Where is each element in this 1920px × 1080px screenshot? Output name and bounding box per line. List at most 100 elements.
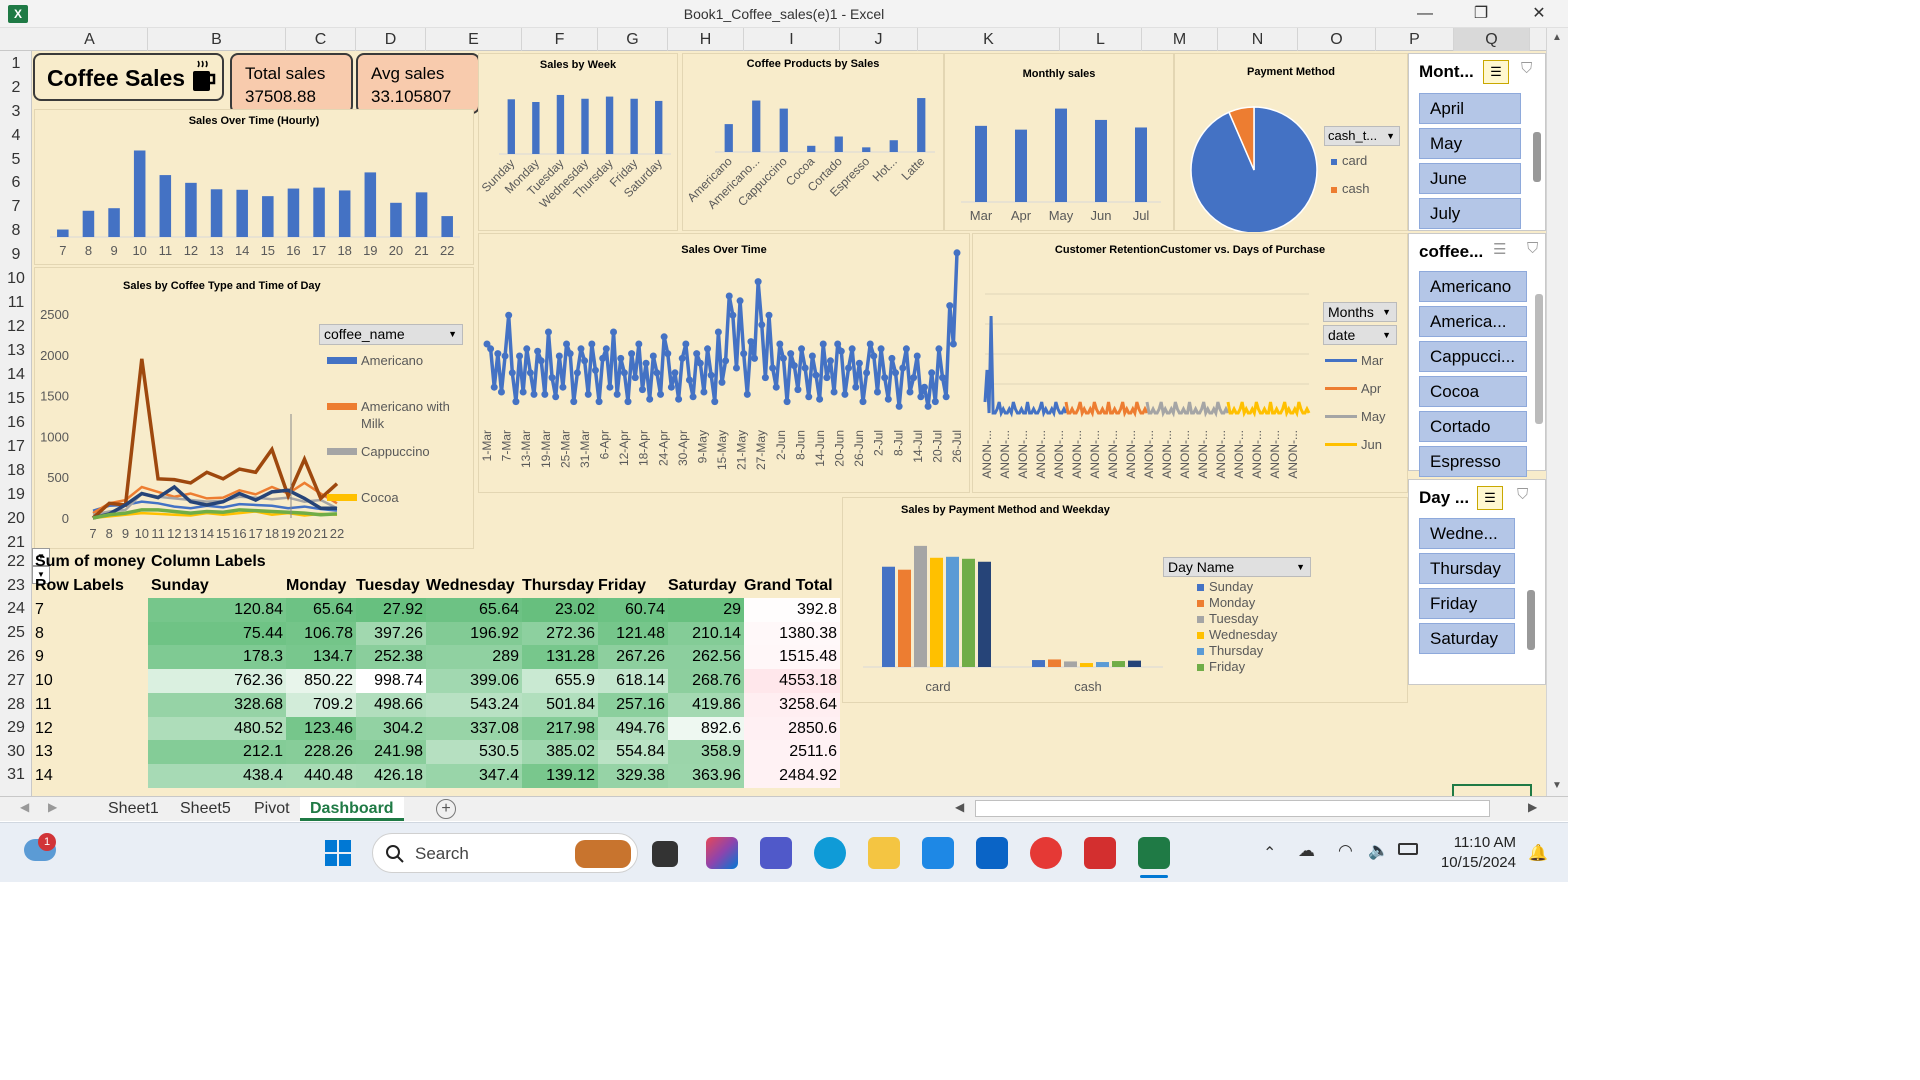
row-header-28[interactable]: 28 <box>0 694 32 716</box>
wifi-icon[interactable]: ◠ <box>1338 841 1353 861</box>
payment-filter-dropdown[interactable]: cash_t... ▼ <box>1324 126 1400 146</box>
tab-scroll-left-icon[interactable]: ◀ <box>20 800 29 814</box>
clear-filter-icon[interactable]: ⛉ <box>1527 240 1538 257</box>
row-header-16[interactable]: 16 <box>0 412 32 434</box>
column-header-B[interactable]: B <box>148 28 286 51</box>
multi-select-icon[interactable]: ☰ <box>1483 60 1509 84</box>
restore-button[interactable]: ❐ <box>1458 2 1504 26</box>
row-header-25[interactable]: 25 <box>0 622 32 644</box>
microsoft-store-icon[interactable] <box>922 837 954 869</box>
row-header-26[interactable]: 26 <box>0 646 32 668</box>
row-header-19[interactable]: 19 <box>0 484 32 506</box>
column-header-F[interactable]: F <box>522 28 598 51</box>
hscroll-left-icon[interactable]: ◀ <box>955 800 969 818</box>
tab-sheet5[interactable]: Sheet5 <box>170 797 241 821</box>
row-header-2[interactable]: 2 <box>0 77 32 99</box>
multi-select-icon[interactable]: ☰ <box>1493 240 1506 258</box>
active-cell[interactable] <box>1452 784 1532 796</box>
slicer-item-saturday[interactable]: Saturday <box>1419 623 1515 654</box>
column-header-P[interactable]: P <box>1376 28 1454 51</box>
excel-taskbar-icon[interactable] <box>1138 837 1170 869</box>
row-header-15[interactable]: 15 <box>0 388 32 410</box>
coffee-name-filter-dropdown[interactable]: coffee_name ▼ <box>319 324 463 345</box>
tab-scroll-right-icon[interactable]: ▶ <box>48 800 57 814</box>
row-header-29[interactable]: 29 <box>0 717 32 739</box>
slicer-item-wedne[interactable]: Wedne... <box>1419 518 1515 549</box>
row-header-24[interactable]: 24 <box>0 598 32 620</box>
row-header-20[interactable]: 20 <box>0 508 32 530</box>
column-header-G[interactable]: G <box>598 28 668 51</box>
column-header-O[interactable]: O <box>1298 28 1376 51</box>
tab-pivot[interactable]: Pivot <box>244 797 300 821</box>
acrobat-icon[interactable] <box>1084 837 1116 869</box>
chrome-icon[interactable] <box>1030 837 1062 869</box>
chart-sales-over-time[interactable]: Sales Over Time 1-Mar 7-Mar 13-Mar 19-Mar 25… <box>478 233 970 493</box>
pivot-table[interactable]: Sum of money Column Labels ▼ Row Labels ▼ Sun… <box>32 548 840 788</box>
chart-monthly-sales[interactable]: Monthly sales Mar Apr May Jun Jul <box>944 53 1174 231</box>
slicer-item-americano[interactable]: Americano <box>1419 271 1527 302</box>
column-header-I[interactable]: I <box>744 28 840 51</box>
column-header-J[interactable]: J <box>840 28 918 51</box>
slicer-scrollbar[interactable] <box>1527 590 1535 650</box>
chart-customer-retention[interactable]: Customer RetentionCustomer vs. Days of P… <box>972 233 1408 493</box>
clear-filter-icon[interactable]: ⛉ <box>1517 486 1528 503</box>
tab-sheet1[interactable]: Sheet1 <box>98 797 169 821</box>
add-sheet-icon[interactable]: + <box>436 799 456 819</box>
slicer-item-america[interactable]: America... <box>1419 306 1527 337</box>
row-header-5[interactable]: 5 <box>0 149 32 171</box>
column-header-M[interactable]: M <box>1142 28 1218 51</box>
multi-select-icon[interactable]: ☰ <box>1477 486 1503 510</box>
chart-payment-method[interactable]: Payment Method cash_t... ▼ card cash <box>1174 53 1408 234</box>
row-header-30[interactable]: 30 <box>0 741 32 763</box>
chart-payment-weekday[interactable]: Sales by Payment Method and Weekday card… <box>842 497 1408 703</box>
tab-dashboard[interactable]: Dashboard <box>300 797 404 821</box>
column-header-L[interactable]: L <box>1060 28 1142 51</box>
task-view-icon[interactable] <box>652 841 678 867</box>
cloud-offline-icon[interactable]: ☁ <box>1298 841 1315 861</box>
taskbar-search-box[interactable]: Search <box>372 833 638 873</box>
slicer-item-espresso[interactable]: Espresso <box>1419 446 1527 477</box>
copilot-icon[interactable] <box>706 837 738 869</box>
date-filter-dropdown[interactable]: date ▼ <box>1323 325 1397 345</box>
edge-icon[interactable] <box>814 837 846 869</box>
row-header-11[interactable]: 11 <box>0 292 32 314</box>
close-button[interactable]: ✕ <box>1516 2 1562 26</box>
row-header-22[interactable]: 22 <box>0 551 32 573</box>
column-header-D[interactable]: D <box>356 28 426 51</box>
row-header-17[interactable]: 17 <box>0 436 32 458</box>
slicer-item-cocoa[interactable]: Cocoa <box>1419 376 1527 407</box>
chevron-up-icon[interactable]: ⌃ <box>1263 843 1276 863</box>
scroll-up-icon[interactable]: ▲ <box>1552 32 1562 43</box>
row-header-18[interactable]: 18 <box>0 460 32 482</box>
row-header-1[interactable]: 1 <box>0 53 32 75</box>
chart-coffee-type-time[interactable]: Sales by Coffee Type and Time of Day 0 50… <box>34 267 474 549</box>
notification-bell-icon[interactable]: 🔔 <box>1528 843 1548 863</box>
slicer-item-april[interactable]: April <box>1419 93 1521 124</box>
slicer-item-may[interactable]: May <box>1419 128 1521 159</box>
slicer-item-thursday[interactable]: Thursday <box>1419 553 1515 584</box>
vertical-scrollbar[interactable]: ▲ ▼ <box>1546 28 1568 796</box>
slicer-day[interactable]: Day ... ☰ ⛉ Wedne... Thursday Friday Saturd… <box>1408 479 1546 685</box>
slicer-months[interactable]: Mont... ☰ ⛉ April May June July <box>1408 53 1546 231</box>
slicer-scrollbar[interactable] <box>1535 294 1543 424</box>
row-header-13[interactable]: 13 <box>0 340 32 362</box>
chart-sales-by-week[interactable]: Sales by Week Sunday Monday Tuesday Wednesd… <box>478 53 678 231</box>
column-header-Q[interactable]: Q <box>1454 28 1530 51</box>
chart-coffee-products[interactable]: Coffee Products by Sales Americano Americ… <box>682 53 944 231</box>
row-header-23[interactable]: 23 <box>0 575 32 597</box>
clock-time[interactable]: 11:10 AM <box>1438 834 1516 851</box>
clock-date[interactable]: 10/15/2024 <box>1438 854 1516 871</box>
row-header-27[interactable]: 27 <box>0 670 32 692</box>
slicer-item-cortado[interactable]: Cortado <box>1419 411 1527 442</box>
slicer-item-friday[interactable]: Friday <box>1419 588 1515 619</box>
battery-icon[interactable] <box>1398 843 1418 855</box>
scroll-down-icon[interactable]: ▼ <box>1552 780 1562 791</box>
column-header-E[interactable]: E <box>426 28 522 51</box>
row-header-8[interactable]: 8 <box>0 220 32 242</box>
slicer-item-july[interactable]: July <box>1419 198 1521 229</box>
row-header-10[interactable]: 10 <box>0 268 32 290</box>
row-header-9[interactable]: 9 <box>0 244 32 266</box>
months-filter-dropdown[interactable]: Months ▼ <box>1323 302 1397 322</box>
file-explorer-icon[interactable] <box>868 837 900 869</box>
column-header-C[interactable]: C <box>286 28 356 51</box>
